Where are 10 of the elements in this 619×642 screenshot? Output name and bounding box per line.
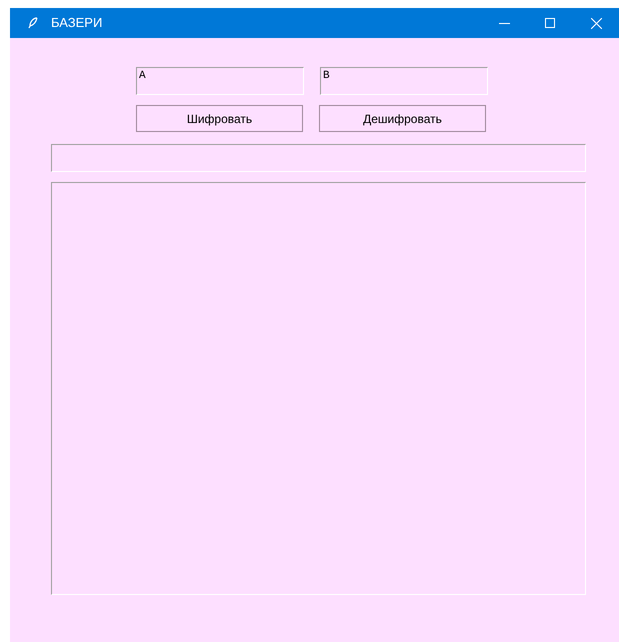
close-icon [590, 18, 602, 28]
feather-icon [28, 17, 38, 29]
minimize-icon [498, 22, 510, 24]
action-button[interactable]: Дешифровать [319, 105, 486, 132]
window-title: БАЗЕРИ [51, 14, 102, 32]
output-field[interactable] [51, 144, 586, 172]
input-field[interactable]: A [136, 67, 304, 95]
action-button[interactable]: Шифровать [136, 105, 303, 132]
maximize-icon [545, 18, 555, 28]
input-field[interactable]: B [320, 67, 488, 95]
